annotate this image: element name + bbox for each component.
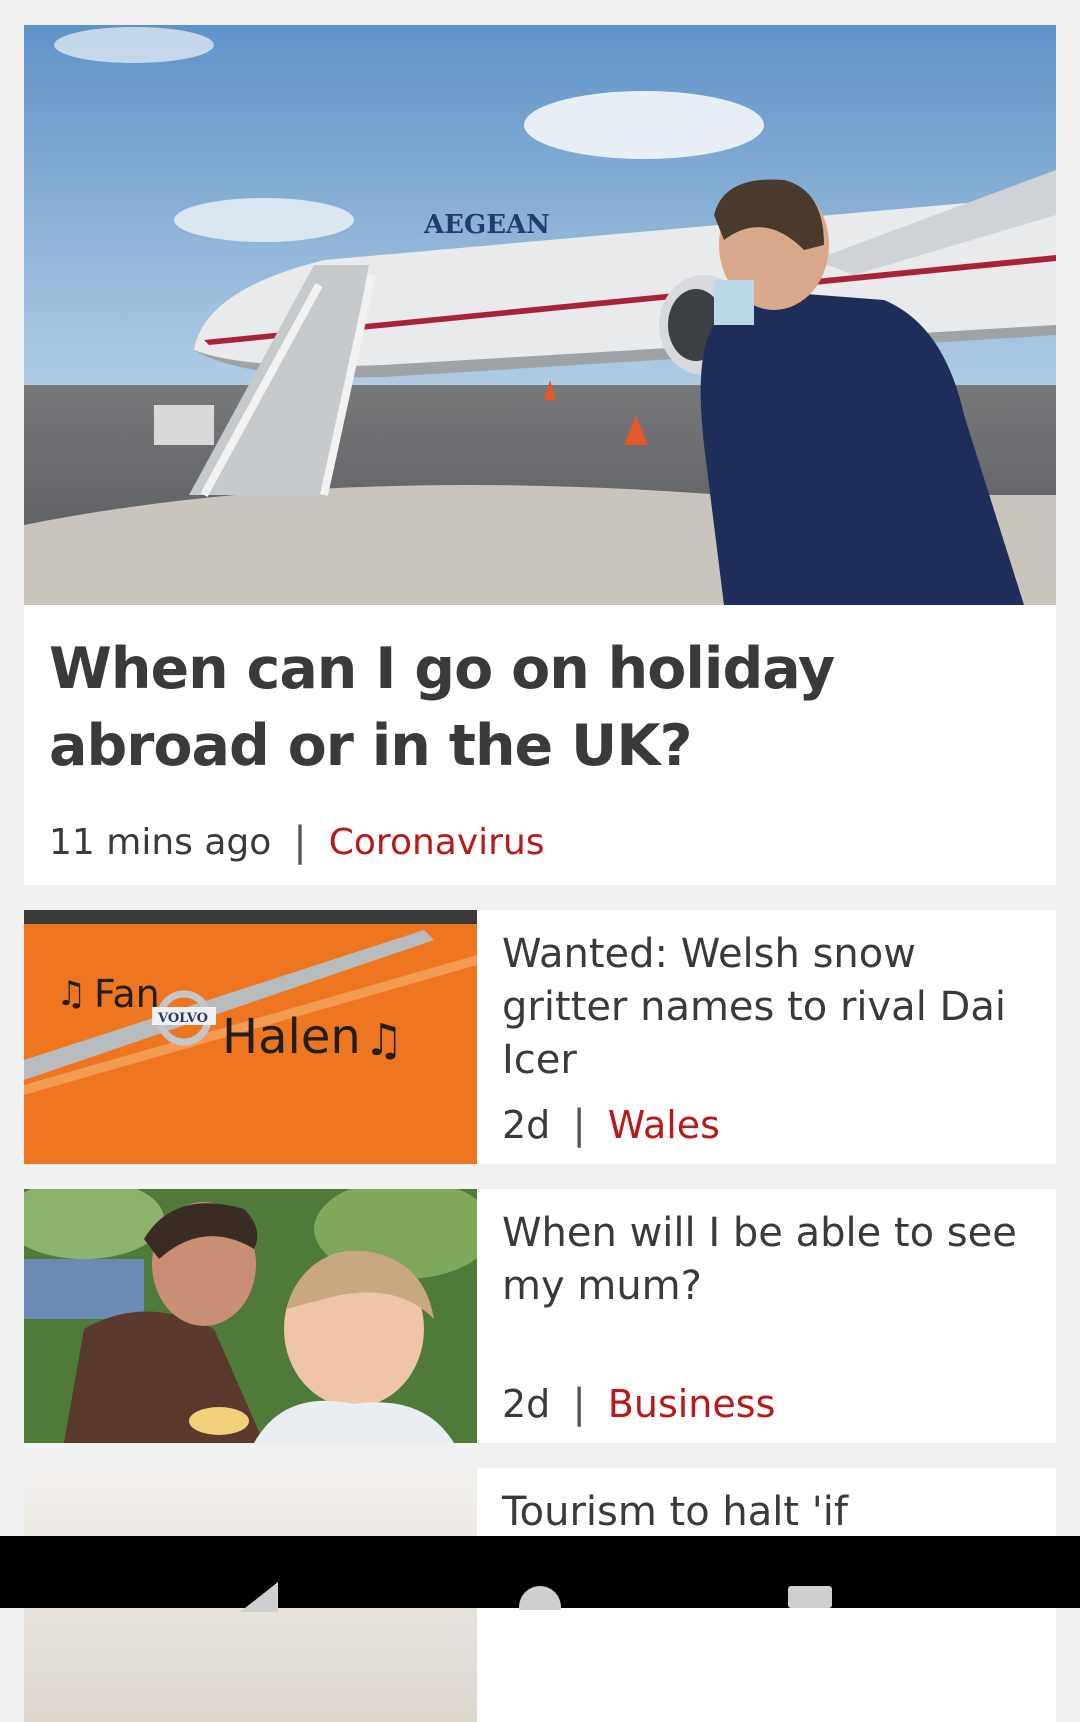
music-note-icon: ♫	[364, 1015, 403, 1066]
music-note-icon: ♫	[56, 974, 86, 1014]
article-topic-link[interactable]: Coronavirus	[329, 822, 545, 863]
thumbnail-text-fan: Fan	[94, 972, 160, 1016]
article-card[interactable]: VOLVO Fan Halen ♫ ♫ Wanted: Welsh snow g…	[24, 910, 1056, 1164]
thumbnail-badge-text: VOLVO	[157, 1011, 208, 1026]
article-timestamp: 2d	[502, 1382, 551, 1426]
article-card[interactable]: When will I be able to see my mum? 2d | …	[24, 1189, 1056, 1443]
article-thumbnail: VOLVO Fan Halen ♫ ♫	[24, 910, 477, 1164]
article-title[interactable]: Wanted: Welsh snow gritter names to riva…	[502, 928, 1036, 1087]
meta-separator: |	[572, 1102, 586, 1148]
home-icon[interactable]	[517, 1584, 563, 1610]
recents-icon[interactable]	[788, 1586, 832, 1608]
system-navigation-bar	[0, 1536, 1080, 1612]
article-timestamp: 2d	[502, 1103, 551, 1147]
article-meta: 2d | Wales	[502, 1102, 1036, 1148]
hero-article-image: AEGEAN	[24, 25, 1056, 605]
meta-separator: |	[293, 819, 307, 865]
article-timestamp: 11 mins ago	[49, 821, 272, 863]
article-title[interactable]: When will I be able to see my mum?	[502, 1207, 1036, 1313]
hero-article-title[interactable]: When can I go on holiday abroad or in th…	[49, 631, 1031, 785]
article-thumbnail	[24, 1189, 477, 1443]
article-topic-link[interactable]: Business	[608, 1382, 776, 1426]
hero-article-meta: 11 mins ago | Coronavirus	[49, 819, 1031, 865]
airline-logo-text: AEGEAN	[423, 210, 550, 240]
news-feed: AEGEAN When can I go on holiday abroad o…	[24, 25, 1056, 1722]
meta-separator: |	[572, 1381, 586, 1427]
hero-article-card[interactable]: AEGEAN When can I go on holiday abroad o…	[24, 25, 1056, 885]
article-meta: 2d | Business	[502, 1381, 1036, 1427]
article-topic-link[interactable]: Wales	[608, 1103, 720, 1147]
thumbnail-text-halen: Halen	[222, 1009, 361, 1065]
article-title[interactable]: Tourism to halt 'if	[502, 1486, 1036, 1539]
